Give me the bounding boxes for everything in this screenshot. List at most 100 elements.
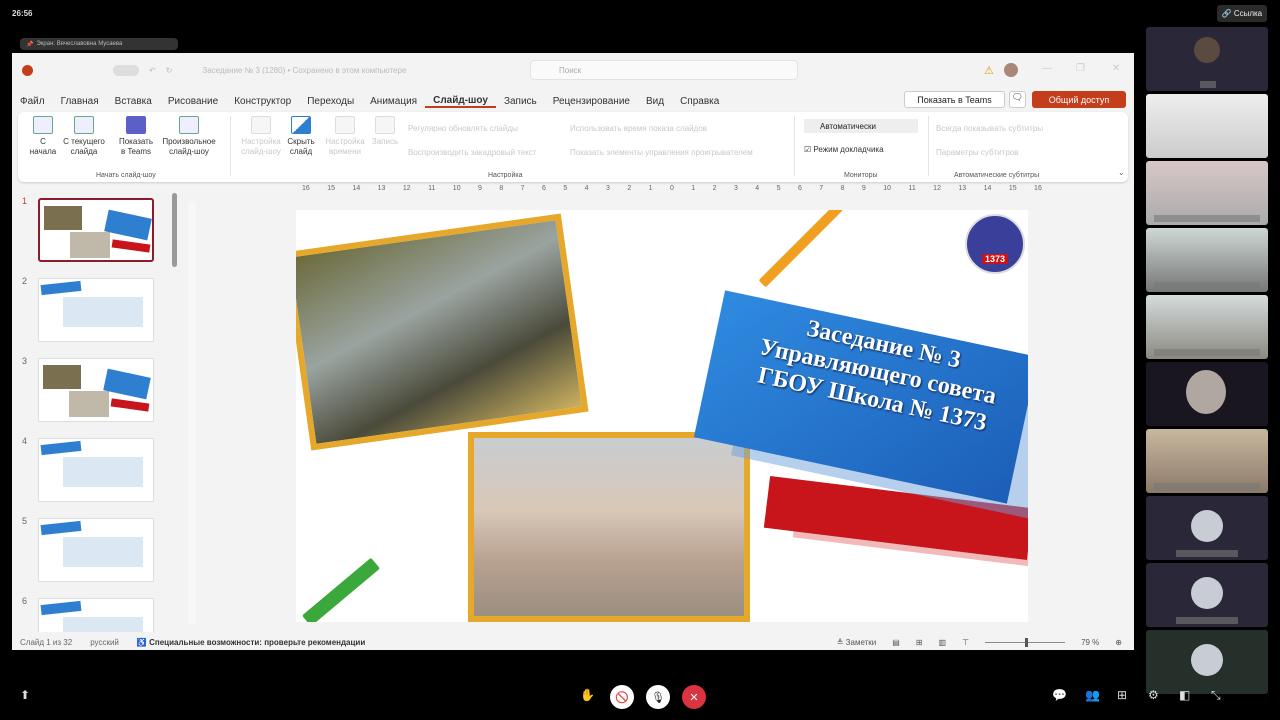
zoom-slider[interactable] [985,637,1066,647]
normal-view-icon[interactable]: ▤ [892,638,900,647]
participant-tile[interactable] [1146,27,1268,91]
user-avatar[interactable] [1004,63,1018,77]
autosave-toggle[interactable] [113,64,139,76]
tab-record[interactable]: Запись [496,96,545,107]
label: Специальные возможности: проверьте реком… [149,637,366,647]
avatar-placeholder-icon [1191,510,1223,542]
ruler-tick: 10 [452,185,461,192]
group-setup-label: Настройка [488,172,523,179]
participant-tile-screen[interactable] [1146,94,1268,158]
redo-icon[interactable]: ↻ [166,66,173,75]
record-icon [375,116,395,134]
slide-thumbnail[interactable] [38,438,154,502]
participant-tile[interactable] [1146,429,1268,493]
presenter-view-checkbox[interactable]: ☑ Режим докладчика [804,145,884,154]
participants-icon[interactable]: 👥 [1085,688,1100,702]
participant-tile[interactable] [1146,563,1268,627]
screen-icon [74,116,94,134]
from-current-button[interactable]: С текущего слайда [62,116,106,157]
show-in-teams-button[interactable]: Показать в Teams [904,91,1005,108]
participant-tile[interactable] [1146,228,1268,292]
tab-review[interactable]: Рецензирование [545,96,638,107]
tab-insert[interactable]: Вставка [107,96,160,107]
participant-tile[interactable] [1146,295,1268,359]
avatar-placeholder-icon [1191,644,1223,676]
pencil-green [302,557,380,622]
language[interactable]: русский [90,638,119,647]
collapse-ribbon-icon[interactable]: ⌄ [1118,168,1125,177]
slide-thumbnail[interactable] [38,358,154,422]
chat-icon[interactable]: 💬 [1052,688,1067,702]
tab-slideshow[interactable]: Слайд-шоу [425,95,496,108]
narration-option[interactable]: Воспроизводить закадровый текст [408,148,537,157]
tab-file[interactable]: Файл [12,96,53,107]
tab-home[interactable]: Главная [53,96,107,107]
label: Настройка времени [325,137,365,156]
end-call-button[interactable]: ✕ [682,685,706,709]
tab-draw[interactable]: Рисование [160,96,226,107]
copy-link-button[interactable]: 🔗 Ссылка [1217,5,1267,22]
search-input[interactable]: Поиск [530,60,798,80]
slide-thumbnail[interactable] [38,278,154,342]
participant-tile[interactable] [1146,362,1268,426]
slide-canvas[interactable]: Заседание № 3 Управляющего совета ГБОУ Ш… [296,210,1028,622]
ruler-tick: 3 [605,185,610,192]
slide-sorter-icon[interactable]: ⊞ [916,638,923,647]
accessibility-status[interactable]: ♿ Специальные возможности: проверьте рек… [137,638,365,647]
hide-slide-button[interactable]: Скрыть слайд [284,116,318,157]
subtitle-settings-option[interactable]: Параметры субтитров [936,148,1018,157]
ruler-tick: 11 [908,185,916,192]
ruler-tick: 13 [958,185,967,192]
comments-button[interactable]: 🗨 [1009,91,1026,108]
loop-option[interactable]: Регулярно обновлять слайды [408,124,518,133]
participant-tile[interactable] [1146,630,1268,694]
tab-help[interactable]: Справка [672,96,727,107]
slideshow-view-icon[interactable]: ⊤ [962,638,969,647]
ruler-tick: 9 [861,185,866,192]
thumbnail-scrollbar[interactable] [172,193,177,267]
fit-slide-icon[interactable]: ⊕ [1115,638,1122,647]
raise-hand-icon[interactable]: ✋ [580,688,595,702]
timer-icon [335,116,355,134]
timings-option[interactable]: Использовать время показа слайдов [570,124,707,133]
minimize-icon[interactable]: — [1042,63,1052,74]
mic-off-button[interactable]: 🎙 [646,685,670,709]
slide-thumbnail[interactable] [38,518,154,582]
school-photo-2 [468,432,750,622]
pip-icon[interactable]: ◧ [1179,688,1190,702]
custom-show-button[interactable]: Произвольное слайд-шоу [158,116,220,157]
share-button[interactable]: Общий доступ [1032,91,1126,108]
maximize-icon[interactable]: ❐ [1076,63,1085,74]
from-beginning-button[interactable]: С начала [26,116,60,157]
tab-design[interactable]: Конструктор [226,96,299,107]
present-teams-button[interactable]: Показать в Teams [116,116,156,157]
setup-show-button[interactable]: Настройка слайд-шоу [238,116,284,157]
slide-thumbnail[interactable] [38,598,154,632]
ruler-tick: 11 [428,185,436,192]
grid-layout-icon[interactable]: ⊞ [1117,688,1127,702]
rehearse-timings-button[interactable]: Настройка времени [322,116,368,157]
exit-fullscreen-icon[interactable]: ⤡ [1211,688,1221,703]
pin-icon: 📌 [26,41,34,48]
settings-icon[interactable]: ⚙ [1148,688,1159,702]
camera-off-button[interactable]: 🚫 [610,685,634,709]
participant-tile[interactable] [1146,161,1268,225]
participant-tile[interactable] [1146,496,1268,560]
presenter-name: Экран: Вячеславовна Мусаева [36,41,123,47]
zoom-level[interactable]: 79 % [1081,638,1099,647]
reading-view-icon[interactable]: ▥ [939,638,947,647]
slide-thumbnails: 1 2 3 4 5 6 [12,186,180,632]
close-icon[interactable]: ✕ [1112,63,1120,74]
undo-icon[interactable]: ↶ [149,66,156,75]
tab-transitions[interactable]: Переходы [299,96,362,107]
thumbnail-number: 4 [22,436,28,446]
media-controls-option[interactable]: Показать элементы управления проигрывате… [570,148,753,157]
record-button[interactable]: Запись [368,116,402,147]
always-subtitles-option[interactable]: Всегда показывать субтитры [936,124,1043,133]
tab-animations[interactable]: Анимация [362,96,425,107]
screen-share-icon[interactable]: ⬆ [20,688,30,702]
monitor-select[interactable]: Автоматически [804,119,918,133]
notes-button[interactable]: ≜ Заметки [837,638,877,647]
tab-view[interactable]: Вид [638,96,672,107]
slide-thumbnail[interactable] [38,198,154,262]
